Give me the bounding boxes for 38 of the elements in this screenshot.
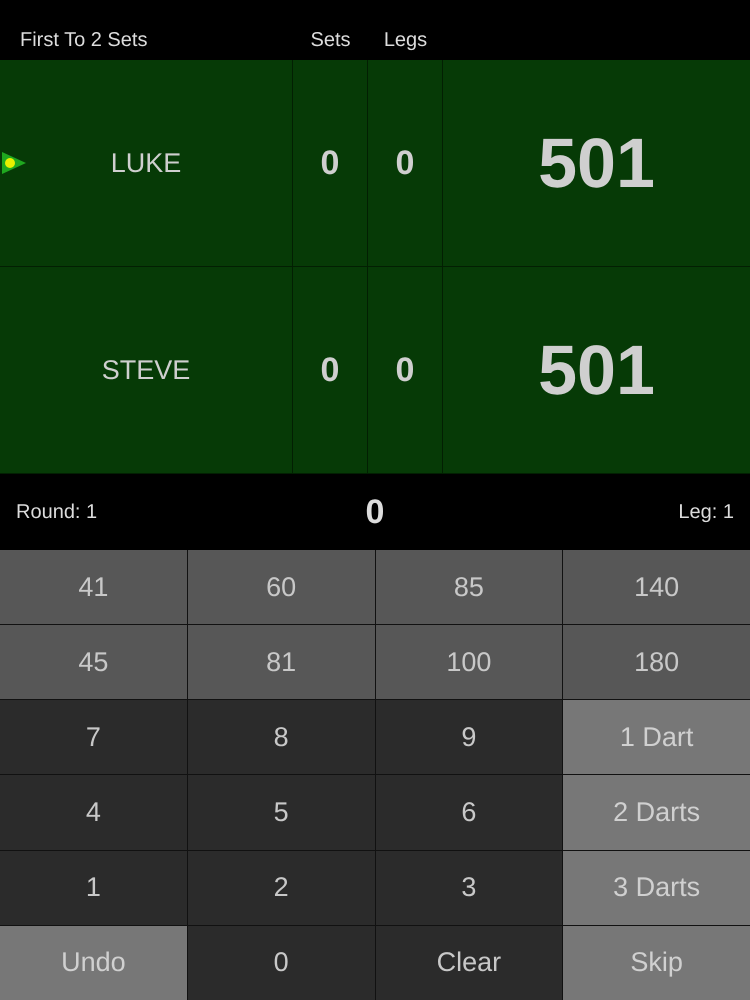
- player-score: 501: [538, 330, 655, 410]
- sets-column-header: Sets: [310, 29, 351, 52]
- player-sets: 0: [320, 350, 340, 390]
- keypad-button[interactable]: Undo: [0, 926, 187, 1000]
- keypad-button[interactable]: 1 Dart: [563, 700, 750, 774]
- keypad-button[interactable]: 8: [188, 700, 374, 774]
- current-total: 0: [366, 492, 384, 532]
- keypad-button[interactable]: 7: [0, 700, 187, 774]
- keypad-button[interactable]: 81: [188, 625, 374, 700]
- keypad-button[interactable]: 4: [0, 775, 187, 850]
- keypad-button[interactable]: 9: [376, 700, 562, 774]
- player-legs: 0: [396, 350, 414, 390]
- keypad-button[interactable]: 3 Darts: [563, 850, 750, 925]
- keypad-button[interactable]: 2: [188, 850, 374, 925]
- keypad-button[interactable]: Skip: [563, 926, 750, 1000]
- leg-label: Leg: 1: [678, 500, 734, 524]
- match-format-label: First To 2 Sets: [19, 29, 148, 52]
- keypad-button[interactable]: 3: [376, 850, 562, 925]
- keypad-button[interactable]: 2 Darts: [563, 775, 750, 850]
- keypad-button[interactable]: 45: [0, 625, 187, 700]
- player-legs: 0: [396, 144, 414, 182]
- keypad-button[interactable]: 60: [188, 550, 374, 624]
- round-label: Round: 1: [16, 500, 98, 524]
- keypad-button[interactable]: 6: [376, 775, 562, 850]
- keypad-button[interactable]: 0: [188, 926, 374, 1000]
- keypad-button[interactable]: 5: [188, 775, 374, 850]
- player-sets: 0: [320, 144, 340, 182]
- player-name: LUKE: [110, 148, 182, 178]
- keypad-button[interactable]: 140: [563, 550, 750, 624]
- keypad-button[interactable]: 100: [376, 625, 562, 700]
- legs-column-header: Legs: [384, 29, 428, 52]
- keypad-button[interactable]: 180: [563, 625, 750, 700]
- keypad-button[interactable]: 41: [0, 550, 187, 624]
- player-score: 501: [538, 123, 655, 203]
- keypad-button[interactable]: 85: [376, 550, 562, 624]
- keypad-button[interactable]: Clear: [376, 926, 562, 1000]
- keypad-button[interactable]: 1: [0, 850, 187, 925]
- player-name: STEVE: [102, 354, 190, 386]
